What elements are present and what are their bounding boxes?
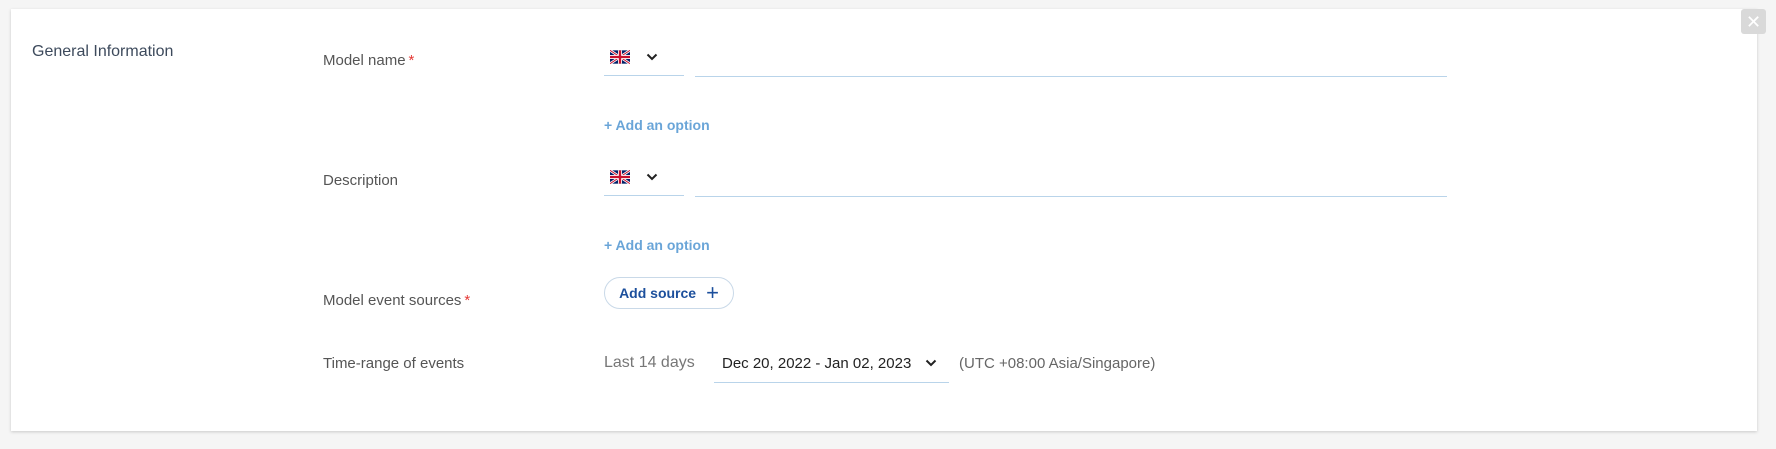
- add-source-label: Add source: [619, 285, 697, 301]
- time-range-preset: Last 14 days: [604, 354, 695, 371]
- description-label: Description: [323, 172, 399, 189]
- event-sources-label: Model event sources *: [323, 292, 470, 309]
- chevron-down-icon: [646, 173, 658, 181]
- date-range-value: Dec 20, 2022 - Jan 02, 2023: [722, 354, 912, 372]
- required-mark: *: [408, 52, 415, 69]
- required-mark: *: [464, 292, 471, 309]
- plus-icon: +: [706, 280, 719, 305]
- model-name-label: Model name *: [323, 52, 414, 69]
- model-name-label-text: Model name: [323, 52, 406, 69]
- close-icon[interactable]: ✕: [1741, 9, 1766, 34]
- chevron-down-icon: [646, 53, 658, 61]
- description-input[interactable]: [695, 160, 1447, 197]
- timezone-label: (UTC +08:00 Asia/Singapore): [959, 355, 1156, 372]
- event-sources-label-text: Model event sources: [323, 292, 462, 309]
- uk-flag-icon: [610, 170, 630, 184]
- chevron-down-icon: [926, 359, 937, 367]
- model-name-add-option-link[interactable]: + Add an option: [604, 117, 710, 133]
- description-language-select[interactable]: [604, 159, 684, 196]
- description-add-option-link[interactable]: + Add an option: [604, 237, 710, 253]
- uk-flag-icon: [610, 50, 630, 64]
- time-range-label: Time-range of events: [323, 355, 465, 372]
- model-name-input[interactable]: [695, 40, 1447, 77]
- model-name-language-select[interactable]: [604, 39, 684, 76]
- date-range-select[interactable]: Dec 20, 2022 - Jan 02, 2023: [714, 344, 949, 383]
- add-source-button[interactable]: Add source +: [604, 277, 734, 309]
- section-title: General Information: [32, 43, 174, 60]
